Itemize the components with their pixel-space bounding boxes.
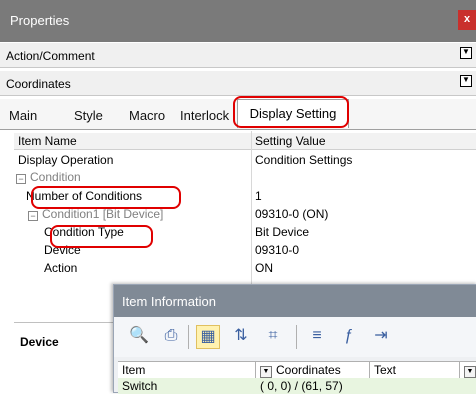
row-name: − Condition1 [Bit Device]: [28, 207, 163, 221]
function-icon[interactable]: ƒ: [338, 325, 360, 347]
row-name: Display Operation: [18, 153, 114, 167]
row-value[interactable]: 09310-0: [255, 243, 299, 257]
title-bar[interactable]: Properties x: [0, 0, 476, 42]
item-information-window: Item Information 🔍 ⎙ ▦ ⇅ ⌗ ≡ ƒ ⇥ Item ▼ C…: [113, 284, 476, 394]
item-info-table-header: Item ▼ Coordinates Text ▼: [118, 361, 476, 379]
highlight-box: [50, 225, 153, 248]
highlight-box: [31, 186, 181, 209]
item-info-title-bar[interactable]: Item Information: [114, 285, 476, 317]
grid-row-group[interactable]: − Condition: [14, 169, 476, 185]
export-icon[interactable]: ⇥: [370, 325, 392, 347]
sort-icon[interactable]: ⇅: [230, 325, 252, 347]
column-label: Coordinates: [276, 363, 341, 377]
toolbar-separator: [296, 325, 297, 349]
section-label: Coordinates: [6, 77, 71, 91]
toolbar-separator: [188, 325, 189, 349]
expand-triangle-icon[interactable]: ▼: [460, 75, 472, 87]
column-divider[interactable]: [251, 131, 252, 303]
section-action-comment[interactable]: Action/Comment ▼: [0, 43, 476, 68]
item-info-toolbar: 🔍 ⎙ ▦ ⇅ ⌗ ≡ ƒ ⇥: [114, 317, 476, 357]
grid-view-icon[interactable]: ▦: [196, 325, 220, 349]
section-coordinates[interactable]: Coordinates ▼: [0, 71, 476, 96]
row-name: − Condition: [16, 170, 81, 184]
preview-icon[interactable]: 🔍: [128, 325, 150, 347]
column-item[interactable]: Item: [118, 362, 256, 378]
header-setting-value: Setting Value: [255, 134, 326, 148]
filter-dropdown-icon[interactable]: ▼: [260, 366, 272, 378]
row-value[interactable]: 09310-0 (ON): [255, 207, 328, 221]
expand-triangle-icon[interactable]: ▼: [460, 47, 472, 59]
collapse-icon[interactable]: −: [16, 174, 26, 184]
device-panel: Device: [14, 322, 115, 392]
row-value[interactable]: Bit Device: [255, 225, 309, 239]
grid-header: Item Name Setting Value: [14, 133, 476, 150]
filter-icon[interactable]: ≡: [306, 325, 328, 347]
tab-style[interactable]: Style: [74, 108, 103, 123]
row-value[interactable]: 1: [255, 189, 262, 203]
item-info-title: Item Information: [122, 294, 216, 309]
grid-row[interactable]: Display Operation Condition Settings: [14, 152, 476, 168]
row-label: Condition1 [Bit Device]: [42, 207, 164, 221]
row-value[interactable]: Condition Settings: [255, 153, 352, 167]
device-label: Device: [20, 335, 59, 349]
collapse-icon[interactable]: −: [28, 211, 38, 221]
row-value[interactable]: ON: [255, 261, 273, 275]
tab-main[interactable]: Main: [9, 108, 37, 123]
tab-interlock[interactable]: Interlock: [180, 108, 229, 123]
tab-macro[interactable]: Macro: [129, 108, 165, 123]
header-item-name: Item Name: [18, 134, 77, 148]
grid-row[interactable]: Action ON: [14, 260, 476, 276]
close-button[interactable]: x: [458, 10, 476, 30]
section-label: Action/Comment: [6, 49, 95, 63]
table-row[interactable]: Switch ( 0, 0) / (61, 57): [118, 378, 476, 394]
row-name: Action: [44, 261, 78, 275]
column-text-filter[interactable]: ▼: [460, 362, 476, 378]
filter-dropdown-icon[interactable]: ▼: [464, 366, 476, 378]
column-label: Text: [374, 363, 397, 377]
properties-window: Properties x Action/Comment ▼ Coordinate…: [0, 0, 476, 394]
column-coordinates[interactable]: ▼ Coordinates: [256, 362, 370, 378]
highlight-box: [233, 96, 349, 128]
select-frame-icon[interactable]: ⌗: [262, 325, 284, 347]
column-label: Item: [122, 363, 146, 377]
print-icon[interactable]: ⎙: [160, 325, 182, 347]
column-text[interactable]: Text: [370, 362, 460, 378]
window-title: Properties: [10, 13, 70, 28]
row-label: Condition: [30, 170, 81, 184]
